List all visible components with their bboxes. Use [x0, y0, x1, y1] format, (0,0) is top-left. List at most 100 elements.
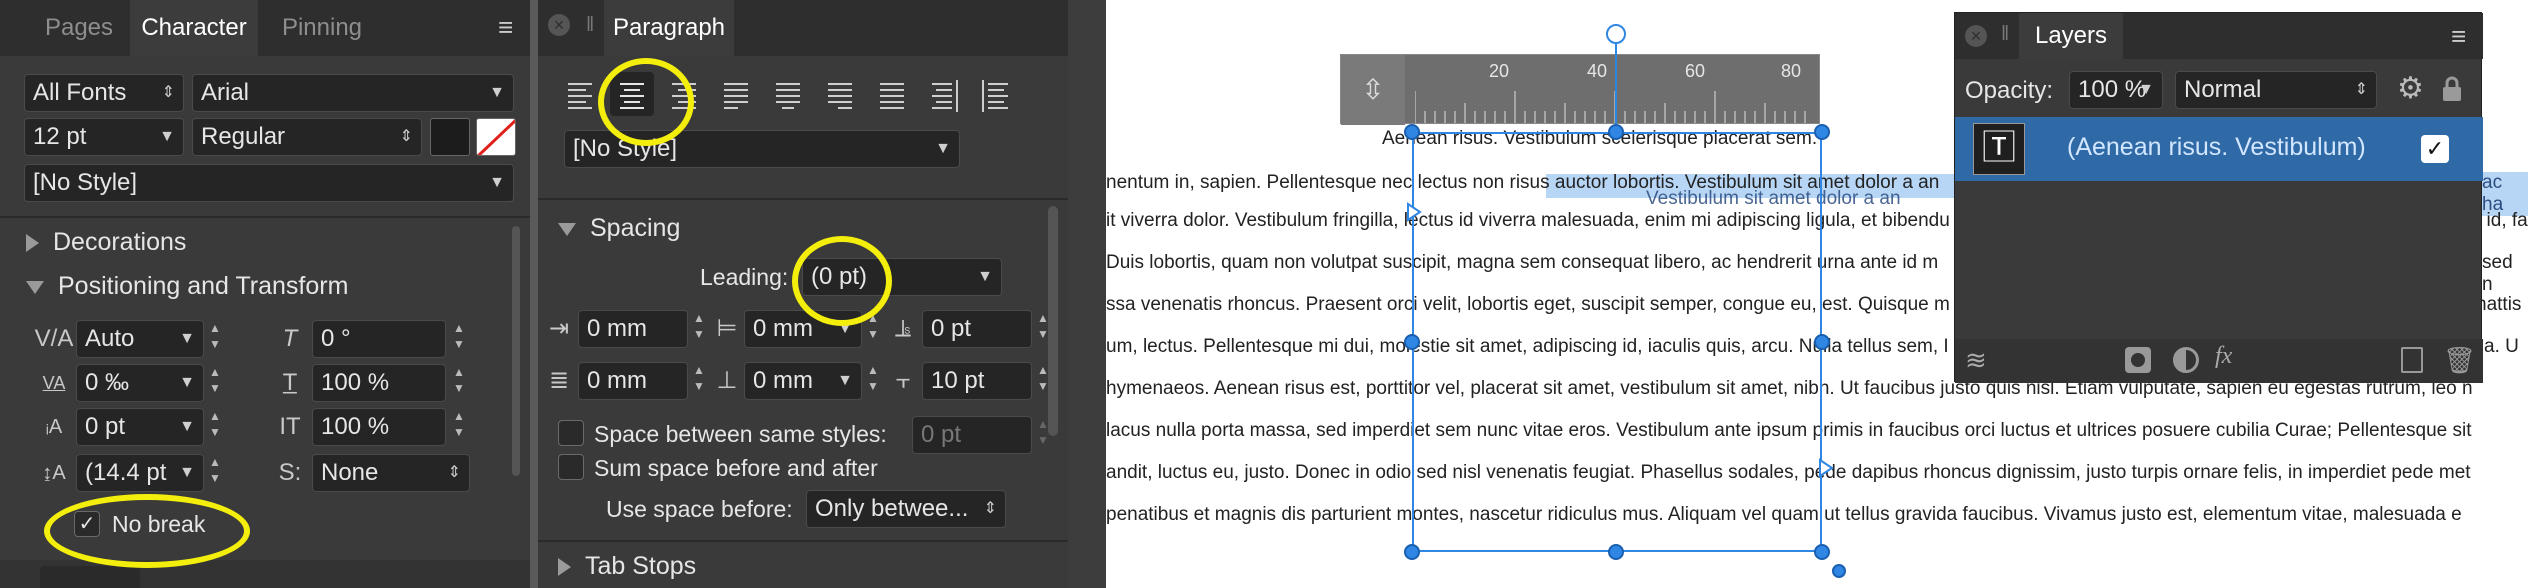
- vertical-scale-stepper[interactable]: ▲ ▼: [450, 364, 468, 402]
- justify-left-button[interactable]: [714, 72, 758, 116]
- space-between-checkbox[interactable]: [558, 420, 584, 446]
- right-fragment: hattis: [2476, 294, 2522, 315]
- add-layer-icon[interactable]: [2401, 347, 2423, 373]
- align-towards-spine-button[interactable]: [922, 72, 966, 116]
- layers-stack-icon[interactable]: ≋: [1965, 345, 1987, 376]
- lock-icon[interactable]: [2441, 75, 2463, 103]
- chevron-down-icon: ▼: [179, 418, 195, 435]
- leading-field[interactable]: (14.4 pt ▼: [76, 454, 204, 492]
- sum-space-checkbox[interactable]: [558, 454, 584, 480]
- text-flow-out-icon[interactable]: [1818, 458, 1834, 478]
- shear-icon: T: [282, 325, 298, 352]
- ruler-drag-handle[interactable]: ⇳: [1341, 55, 1405, 125]
- highlight-circle-leading: [792, 236, 892, 326]
- horizontal-scale-stepper[interactable]: ▲ ▼: [450, 408, 468, 446]
- horizontal-scale-value: 100 %: [321, 413, 390, 440]
- mask-icon[interactable]: [2125, 347, 2151, 373]
- character-scrollbar[interactable]: [512, 226, 520, 476]
- paragraph-tab[interactable]: Paragraph: [604, 0, 734, 56]
- resize-handle-right[interactable]: [1814, 334, 1830, 350]
- highlight-circle-align-center: [598, 58, 694, 146]
- text-flow-in-icon[interactable]: [1406, 202, 1422, 222]
- font-size-field[interactable]: 12 pt ▼: [24, 118, 184, 156]
- resize-handle-top-right[interactable]: [1814, 124, 1830, 140]
- blend-mode-dropdown[interactable]: Normal ⇕: [2175, 71, 2377, 109]
- chevron-down-icon: ▼: [179, 330, 195, 347]
- character-panel: Pages Character Pinning ≡ All Fonts ⇕ Ar…: [0, 0, 530, 588]
- last-line-indent-stepper[interactable]: ▲ ▼: [864, 362, 882, 400]
- tracking-stepper[interactable]: ▲ ▼: [206, 364, 224, 402]
- trash-icon[interactable]: 🗑: [2443, 345, 2476, 376]
- tab-ruler[interactable]: ⇳ 20 40 60 80: [1340, 54, 1820, 125]
- small-caps-dropdown[interactable]: None ⇕: [312, 454, 470, 492]
- tab-character[interactable]: Character: [130, 0, 258, 56]
- paragraph-scrollbar[interactable]: [1048, 206, 1058, 436]
- rotation-handle[interactable]: [1606, 24, 1626, 44]
- resize-handle-bottom-right[interactable]: [1814, 544, 1830, 560]
- space-before-field[interactable]: 0 pt: [922, 310, 1032, 348]
- kerning-field[interactable]: Auto ▼: [76, 320, 204, 358]
- chevron-down-icon: ▼: [179, 374, 195, 391]
- font-style-dropdown[interactable]: Regular ⇕: [192, 118, 422, 156]
- fx-icon[interactable]: fx: [2215, 343, 2232, 370]
- close-icon[interactable]: ×: [1965, 25, 1987, 47]
- right-indent-stepper[interactable]: ▲ ▼: [690, 362, 708, 400]
- adjustment-icon[interactable]: [2173, 347, 2199, 373]
- shear-stepper[interactable]: ▲ ▼: [450, 320, 468, 358]
- positioning-section[interactable]: Positioning and Transform: [26, 272, 348, 301]
- use-space-dropdown[interactable]: Only betwee... ⇕: [806, 490, 1006, 528]
- small-caps-value: None: [321, 459, 379, 486]
- left-indent-field[interactable]: 0 mm: [578, 310, 688, 348]
- horizontal-scale-field[interactable]: 100 %: [312, 408, 446, 446]
- tab-pages[interactable]: Pages: [24, 0, 134, 56]
- space-between-field[interactable]: 0 pt: [912, 416, 1032, 454]
- justify-right-button[interactable]: [818, 72, 862, 116]
- divider: [538, 540, 1068, 542]
- text-color-swatch[interactable]: [430, 118, 470, 156]
- left-indent-stepper[interactable]: ▲ ▼: [690, 310, 708, 348]
- resize-handle-bottom-left[interactable]: [1404, 544, 1420, 560]
- panel-menu-icon[interactable]: ≡: [2451, 21, 2466, 52]
- align-away-spine-button[interactable]: [974, 72, 1018, 116]
- align-left-button[interactable]: [558, 72, 602, 116]
- tab-stops-section[interactable]: Tab Stops: [558, 552, 696, 581]
- tab-pinning[interactable]: Pinning: [262, 0, 382, 56]
- resize-handle-top[interactable]: [1608, 124, 1624, 140]
- opacity-field[interactable]: 100 % ▼: [2069, 71, 2163, 109]
- panel-gap: [1068, 0, 1106, 588]
- text-frame-selection[interactable]: [1412, 132, 1822, 552]
- baseline-field[interactable]: 0 pt ▼: [76, 408, 204, 446]
- close-icon[interactable]: ×: [548, 14, 570, 36]
- tracking-field[interactable]: 0 ‰ ▼: [76, 364, 204, 402]
- leading-stepper[interactable]: ▲ ▼: [206, 454, 224, 492]
- resize-handle-top-left[interactable]: [1404, 124, 1420, 140]
- resize-handle-bottom[interactable]: [1608, 544, 1624, 560]
- baseline-stepper[interactable]: ▲ ▼: [206, 408, 224, 446]
- font-family-dropdown[interactable]: Arial ▼: [192, 74, 514, 112]
- last-line-indent-field[interactable]: 0 mm ▼: [744, 362, 862, 400]
- character-style-dropdown[interactable]: [No Style] ▼: [24, 164, 514, 202]
- grip-icon[interactable]: ‖: [586, 14, 594, 37]
- highlight-color-swatch[interactable]: [476, 118, 516, 156]
- grip-icon[interactable]: ‖: [2001, 23, 2009, 46]
- layer-row[interactable]: 🅃 (Aenean risus. Vestibulum) ✓: [1955, 117, 2483, 181]
- chevron-down-icon: ▼: [935, 140, 951, 157]
- vertical-scale-field[interactable]: 100 %: [312, 364, 446, 402]
- justify-center-button[interactable]: [766, 72, 810, 116]
- spacing-section[interactable]: Spacing: [558, 214, 680, 243]
- space-after-field[interactable]: 10 pt: [922, 362, 1032, 400]
- panel-menu-icon[interactable]: ≡: [498, 12, 513, 43]
- left-indent-value: 0 mm: [587, 315, 647, 342]
- layer-visibility-checkbox[interactable]: ✓: [2421, 135, 2449, 163]
- gear-icon[interactable]: ⚙: [2397, 71, 2424, 106]
- resize-handle-left[interactable]: [1404, 334, 1420, 350]
- kerning-stepper[interactable]: ▲ ▼: [206, 320, 224, 358]
- small-caps-icon: S:: [278, 459, 302, 486]
- layers-tab[interactable]: Layers: [2019, 13, 2123, 59]
- justify-all-button[interactable]: [870, 72, 914, 116]
- decorations-section[interactable]: Decorations: [26, 228, 186, 257]
- right-indent-field[interactable]: 0 mm: [578, 362, 688, 400]
- font-collection-dropdown[interactable]: All Fonts ⇕: [24, 74, 184, 112]
- overflow-handle[interactable]: [1832, 564, 1846, 578]
- shear-field[interactable]: 0 °: [312, 320, 446, 358]
